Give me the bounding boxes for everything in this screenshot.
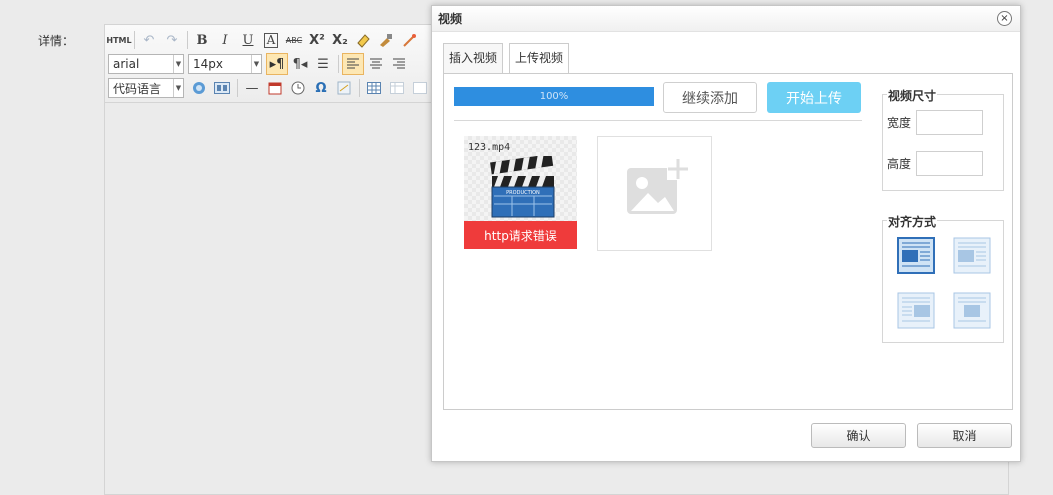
add-file-placeholder[interactable]: [597, 136, 712, 251]
chevron-down-icon: ▼: [173, 79, 183, 97]
field-label: 详情：: [38, 34, 75, 48]
width-label: 宽度: [887, 116, 912, 130]
underline-button[interactable]: U: [237, 29, 259, 51]
toolbar-separator: [338, 55, 339, 73]
video-size-fieldset: 视频尺寸 宽度 高度: [882, 87, 1004, 191]
code-language-select[interactable]: 代码语言 ▼: [108, 78, 184, 98]
font-size-select[interactable]: 14px ▼: [188, 54, 262, 74]
chevron-down-icon: ▼: [251, 55, 261, 73]
toolbar-separator: [359, 79, 360, 97]
table-insert-icon[interactable]: [386, 77, 408, 99]
table-icon[interactable]: [363, 77, 385, 99]
clapper-text: PRODUCTION: [506, 190, 540, 196]
table-delete-icon[interactable]: [409, 77, 431, 99]
height-input[interactable]: [916, 151, 984, 176]
width-input[interactable]: [916, 110, 984, 135]
toolbar-separator: [237, 79, 238, 97]
video-size-legend: 视频尺寸: [887, 87, 938, 104]
toolbar-separator: [134, 31, 135, 49]
tab-upload-video[interactable]: 上传视频: [509, 43, 570, 73]
align-none-icon[interactable]: [897, 237, 935, 274]
upload-progress-bar: 100%: [454, 87, 654, 106]
close-icon[interactable]: ×: [997, 11, 1012, 26]
align-right-icon[interactable]: [897, 292, 935, 329]
undo-icon[interactable]: ↶: [138, 29, 160, 51]
rtl-direction-icon[interactable]: ¶◂: [289, 53, 311, 75]
confirm-button[interactable]: 确认: [811, 423, 906, 448]
font-size-value: 14px: [193, 57, 223, 71]
alignment-legend: 对齐方式: [887, 213, 938, 230]
scrawl-icon[interactable]: [333, 77, 355, 99]
time-icon[interactable]: [287, 77, 309, 99]
italic-button[interactable]: I: [214, 29, 236, 51]
html-source-button[interactable]: HTML: [106, 29, 131, 51]
indent-icon[interactable]: ☰: [312, 53, 334, 75]
font-family-value: arial: [113, 57, 140, 71]
superscript-button[interactable]: X²: [306, 29, 328, 51]
add-image-icon: [627, 158, 689, 214]
align-left-icon[interactable]: [953, 237, 991, 274]
alignment-fieldset: 对齐方式: [882, 213, 1004, 343]
ltr-direction-icon[interactable]: ▸¶: [266, 53, 288, 75]
tab-insert-video[interactable]: 插入视频: [443, 43, 504, 73]
format-brush-icon[interactable]: [375, 29, 397, 51]
divider: [454, 120, 862, 121]
align-left-icon[interactable]: [342, 53, 364, 75]
align-center-icon[interactable]: [953, 292, 991, 329]
strikethrough-button[interactable]: ABC: [283, 29, 305, 51]
dialog-title: 视频: [432, 6, 1020, 32]
date-icon[interactable]: [264, 77, 286, 99]
horizontal-rule-icon[interactable]: —: [241, 77, 263, 99]
auto-format-icon[interactable]: [398, 29, 420, 51]
eraser-icon[interactable]: [352, 29, 374, 51]
upload-panel: 100% 继续添加 开始上传 123.mp4 PRODUCTION http请求…: [443, 73, 1013, 410]
map-icon[interactable]: [188, 77, 210, 99]
align-right-icon[interactable]: [388, 53, 410, 75]
video-clapper-icon: PRODUCTION: [490, 156, 555, 218]
code-language-value: 代码语言: [113, 81, 162, 96]
bold-button[interactable]: B: [191, 29, 213, 51]
file-item[interactable]: 123.mp4 PRODUCTION http请求错误: [464, 136, 577, 249]
special-char-button[interactable]: Ω: [310, 77, 332, 99]
file-error-status: http请求错误: [464, 221, 577, 249]
cancel-button[interactable]: 取消: [917, 423, 1012, 448]
toolbar-separator: [187, 31, 188, 49]
start-upload-button[interactable]: 开始上传: [767, 82, 861, 113]
file-name: 123.mp4: [468, 142, 511, 153]
dialog-tabs: 插入视频 上传视频: [443, 43, 575, 73]
subscript-button[interactable]: X₂: [329, 29, 351, 51]
template-icon[interactable]: [211, 77, 233, 99]
video-dialog: 视频 × 插入视频 上传视频 100% 继续添加 开始上传 123.mp4 PR…: [431, 5, 1021, 462]
font-border-button[interactable]: A: [263, 32, 279, 48]
redo-icon[interactable]: ↷: [161, 29, 183, 51]
chevron-down-icon: ▼: [173, 55, 183, 73]
align-center-icon[interactable]: [365, 53, 387, 75]
height-label: 高度: [887, 157, 912, 171]
continue-add-button[interactable]: 继续添加: [663, 82, 757, 113]
font-family-select[interactable]: arial ▼: [108, 54, 184, 74]
